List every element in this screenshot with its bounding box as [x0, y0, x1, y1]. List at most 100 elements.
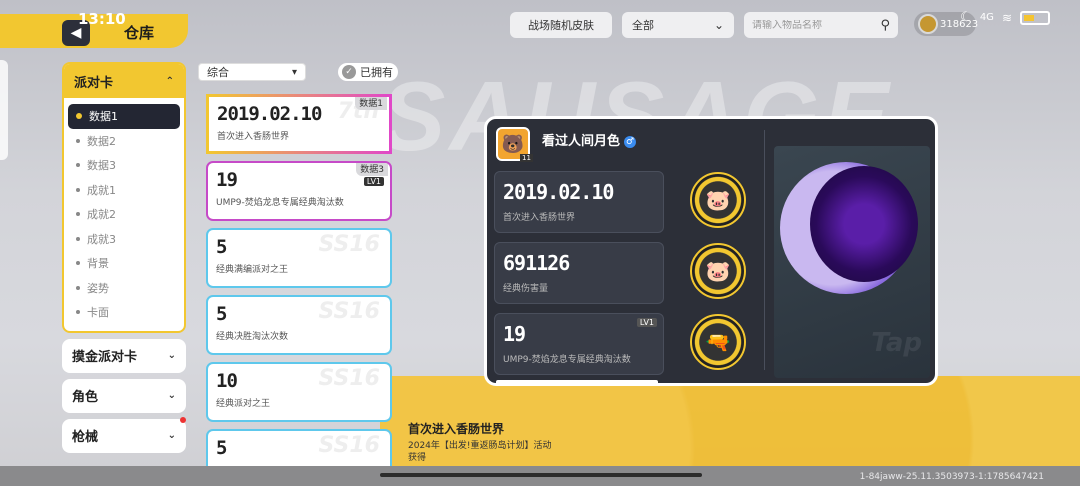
bullet-icon: [76, 310, 80, 315]
search-box[interactable]: ⚲: [744, 12, 898, 38]
card-watermark: SS16: [318, 232, 380, 257]
sort-select[interactable]: 综合 ▾: [198, 63, 306, 81]
stat-level: LV1: [636, 318, 657, 327]
sub-item-label: 姿势: [87, 281, 109, 295]
sub-item-card-face[interactable]: 卡面: [68, 300, 180, 325]
bullet-icon: [76, 187, 80, 192]
card-level: LV1: [363, 177, 384, 186]
stat-desc: UMP9-焚焰龙息专属经典淘汰数: [503, 355, 631, 365]
filter-value: 全部: [632, 19, 654, 32]
check-icon: ✓: [342, 65, 356, 79]
username: 看过人间月色 ♂: [542, 130, 637, 149]
category-gold-party-card[interactable]: 摸金派对卡 ⌄: [62, 338, 186, 373]
card-desc: UMP9-焚焰龙息专属经典淘汰数: [216, 198, 344, 208]
list-item[interactable]: SS16 5 经典满编派对之王: [206, 228, 392, 288]
sub-item-background[interactable]: 背景: [68, 251, 180, 276]
badge-icon: 🔫: [690, 314, 746, 370]
notification-dot: [180, 416, 186, 423]
username-text: 看过人间月色: [542, 134, 621, 149]
sub-item-data1[interactable]: 数据1: [68, 104, 180, 129]
divider: [764, 130, 765, 370]
sub-item-achievement1[interactable]: 成就1: [68, 178, 180, 203]
badge-icon: 🐷: [690, 243, 746, 299]
sub-item-data3[interactable]: 数据3: [68, 153, 180, 178]
side-handle[interactable]: [0, 60, 8, 160]
page-title: 仓库: [124, 24, 155, 42]
scroll-indicator: [496, 380, 658, 385]
subcategory-list: 数据1 数据2 数据3 成就1 成就2 成就3 背景 姿势 卡面: [64, 98, 184, 331]
badge-icon: 🐷: [690, 172, 746, 228]
stat-value: 691126: [503, 251, 570, 275]
battery-icon: [1020, 10, 1050, 25]
stat-desc: 经典伤害量: [503, 284, 549, 294]
sub-item-label: 卡面: [87, 306, 109, 320]
card-watermark: SS16: [318, 366, 380, 391]
chevron-up-icon: ⌃: [165, 75, 174, 87]
signal-icon: 4G: [979, 12, 994, 23]
stat-box: 691126 经典伤害量: [494, 242, 664, 304]
stat-value: 19: [503, 322, 526, 346]
chevron-down-icon: ⌄: [167, 350, 176, 361]
moon-shadow: [810, 166, 918, 282]
sub-item-label: 数据3: [87, 159, 116, 173]
category-label: 摸金派对卡: [72, 350, 138, 365]
category-label: 枪械: [72, 430, 99, 445]
chevron-down-icon: ⌄: [167, 390, 176, 401]
sub-item-pose[interactable]: 姿势: [68, 276, 180, 301]
avatar-level: 11: [520, 154, 533, 162]
list-item[interactable]: SS16 10 经典派对之王: [206, 362, 392, 422]
chevron-down-icon: ▾: [291, 66, 297, 78]
card-desc: 经典派对之王: [216, 399, 271, 409]
card-face-art: Tap: [774, 146, 930, 378]
male-icon: ♂: [624, 135, 637, 148]
search-input[interactable]: [752, 19, 862, 31]
bullet-icon: [76, 113, 82, 120]
random-skin-button[interactable]: 战场随机皮肤: [510, 12, 612, 38]
card-watermark: SS16: [318, 299, 380, 324]
list-item[interactable]: SS16 5: [206, 429, 392, 466]
moon-icon: ☾: [960, 10, 972, 25]
bullet-icon: [76, 285, 80, 290]
owned-filter-toggle[interactable]: ✓ 已拥有: [338, 63, 398, 81]
sub-item-achievement2[interactable]: 成就2: [68, 202, 180, 227]
card-desc: 经典决胜淘汰次数: [216, 332, 289, 342]
category-sidebar: 派对卡 ⌃ 数据1 数据2 数据3 成就1 成就2 成就3 背景 姿势 卡面 摸…: [62, 62, 186, 453]
sub-item-data2[interactable]: 数据2: [68, 129, 180, 154]
card-list: 7th 数据1 2019.02.10 首次进入香肠世界 数据3 LV1 19 U…: [206, 94, 392, 466]
stat-desc: 首次进入香肠世界: [503, 213, 576, 223]
stat-box: LV1 19 UMP9-焚焰龙息专属经典淘汰数: [494, 313, 664, 375]
stat-box: 2019.02.10 首次进入香肠世界: [494, 171, 664, 233]
sub-item-achievement3[interactable]: 成就3: [68, 227, 180, 252]
sub-item-label: 成就2: [87, 208, 116, 222]
category-label: 派对卡: [74, 75, 114, 91]
card-watermark: SS16: [318, 433, 380, 458]
bullet-icon: [76, 163, 80, 168]
sort-value: 综合: [207, 66, 229, 79]
search-icon[interactable]: ⚲: [880, 18, 890, 33]
chevron-down-icon: ⌄: [713, 18, 724, 32]
card-tag: 数据3: [356, 163, 388, 176]
item-title: 首次进入香肠世界: [408, 422, 505, 436]
bullet-icon: [76, 236, 80, 241]
clock: 13:10: [78, 10, 126, 28]
bullet-icon: [76, 212, 80, 217]
filter-select[interactable]: 全部 ⌄: [622, 12, 734, 38]
status-icons: ☾ 4G ≋: [960, 10, 1050, 25]
card-tag: 数据1: [355, 97, 387, 110]
art-watermark: Tap: [871, 328, 922, 358]
category-label: 角色: [72, 390, 99, 405]
chevron-down-icon: ⌄: [167, 430, 176, 441]
home-indicator[interactable]: [380, 473, 702, 477]
category-character[interactable]: 角色 ⌄: [62, 378, 186, 413]
sub-item-label: 成就3: [87, 232, 116, 246]
list-item[interactable]: 数据3 LV1 19 UMP9-焚焰龙息专属经典淘汰数: [206, 161, 392, 221]
category-party-card: 派对卡 ⌃ 数据1 数据2 数据3 成就1 成就2 成就3 背景 姿势 卡面: [62, 62, 186, 333]
build-version: 1-84jaww-25.11.3503973-1:1785647421: [859, 472, 1044, 482]
stat-value: 2019.02.10: [503, 180, 614, 204]
wifi-icon: ≋: [1001, 10, 1012, 25]
category-header[interactable]: 派对卡 ⌃: [64, 64, 184, 98]
category-weapon[interactable]: 枪械 ⌄: [62, 416, 186, 453]
item-source: 2024年【出发!重返肠岛计划】活动获得: [408, 441, 552, 463]
list-item[interactable]: SS16 5 经典决胜淘汰次数: [206, 295, 392, 355]
list-item[interactable]: 7th 数据1 2019.02.10 首次进入香肠世界: [206, 94, 392, 154]
